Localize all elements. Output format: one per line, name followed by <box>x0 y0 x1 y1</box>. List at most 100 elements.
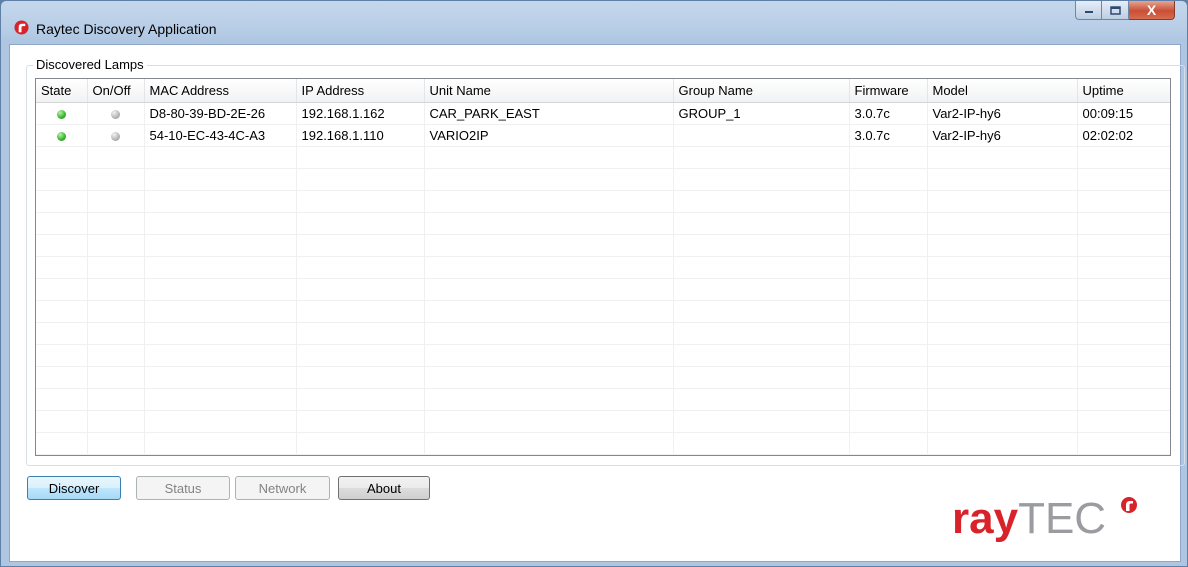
header-unit[interactable]: Unit Name <box>424 79 674 103</box>
firmware-cell: 3.0.7c <box>849 124 928 147</box>
discover-button[interactable]: Discover <box>27 476 121 500</box>
empty-cell <box>87 432 145 455</box>
empty-cell <box>1077 322 1170 345</box>
empty-cell <box>849 344 928 367</box>
empty-cell <box>849 278 928 301</box>
empty-row <box>36 366 1170 389</box>
empty-cell <box>296 300 425 323</box>
empty-cell <box>673 300 850 323</box>
raytec-app-icon <box>14 20 29 35</box>
logo-text-secondary: TEC <box>1018 494 1106 543</box>
empty-cell <box>144 300 297 323</box>
empty-cell <box>849 234 928 257</box>
empty-cell <box>673 212 850 235</box>
empty-cell <box>1077 388 1170 411</box>
unit-cell: VARIO2IP <box>424 124 674 147</box>
model-cell: Var2-IP-hy6 <box>927 124 1078 147</box>
empty-cell <box>424 278 674 301</box>
about-button[interactable]: About <box>338 476 430 500</box>
onoff-cell <box>87 102 145 125</box>
empty-cell <box>144 322 297 345</box>
group-cell: GROUP_1 <box>673 102 850 125</box>
empty-cell <box>424 432 674 455</box>
empty-cell <box>144 278 297 301</box>
empty-cell <box>673 322 850 345</box>
empty-cell <box>1077 366 1170 389</box>
empty-cell <box>849 168 928 191</box>
header-firmware[interactable]: Firmware <box>849 79 928 103</box>
empty-row <box>36 256 1170 279</box>
empty-row <box>36 344 1170 367</box>
maximize-button[interactable] <box>1102 1 1129 20</box>
empty-cell <box>296 454 425 455</box>
empty-cell <box>927 278 1078 301</box>
empty-cell <box>87 168 145 191</box>
empty-cell <box>673 454 850 455</box>
empty-cell <box>87 212 145 235</box>
title-bar[interactable]: Raytec Discovery Application X <box>1 1 1187 41</box>
empty-cell <box>673 278 850 301</box>
empty-cell <box>849 454 928 455</box>
empty-cell <box>424 190 674 213</box>
empty-cell <box>927 234 1078 257</box>
raytec-logo: rayTEC <box>952 494 1137 543</box>
status-button[interactable]: Status <box>136 476 230 500</box>
header-group[interactable]: Group Name <box>673 79 850 103</box>
empty-cell <box>144 388 297 411</box>
minimize-button[interactable] <box>1075 1 1102 20</box>
ip-cell: 192.168.1.162 <box>296 102 425 125</box>
state-indicator-icon <box>56 132 66 142</box>
header-state[interactable]: State <box>36 79 88 103</box>
header-uptime[interactable]: Uptime <box>1077 79 1170 103</box>
empty-cell <box>87 322 145 345</box>
empty-row <box>36 168 1170 191</box>
empty-cell <box>296 344 425 367</box>
network-button[interactable]: Network <box>235 476 330 500</box>
header-model[interactable]: Model <box>927 79 1078 103</box>
empty-cell <box>673 168 850 191</box>
lamps-grid[interactable]: State On/Off MAC Address IP Address Unit Nam… <box>35 78 1171 456</box>
empty-cell <box>1077 168 1170 191</box>
header-mac[interactable]: MAC Address <box>144 79 297 103</box>
logo-text-primary: ray <box>952 494 1019 543</box>
empty-cell <box>849 322 928 345</box>
empty-cell <box>424 234 674 257</box>
empty-cell <box>144 454 297 455</box>
empty-cell <box>849 432 928 455</box>
empty-cell <box>144 366 297 389</box>
empty-cell <box>36 322 88 345</box>
logo-mark-icon <box>1121 497 1137 513</box>
empty-cell <box>296 278 425 301</box>
empty-cell <box>424 410 674 433</box>
table-header-row: State On/Off MAC Address IP Address Unit Nam… <box>36 79 1170 103</box>
close-button[interactable]: X <box>1129 1 1175 20</box>
empty-cell <box>849 366 928 389</box>
minimize-icon <box>1084 11 1093 13</box>
empty-cell <box>849 146 928 169</box>
empty-cell <box>673 432 850 455</box>
table-row[interactable]: 54-10-EC-43-4C-A3 192.168.1.110 VARIO2IP 3.… <box>36 124 1170 147</box>
empty-cell <box>144 146 297 169</box>
empty-cell <box>424 454 674 455</box>
logo-text: rayTEC <box>952 494 1106 543</box>
empty-cell <box>673 190 850 213</box>
table-row[interactable]: D8-80-39-BD-2E-26 192.168.1.162 CAR_PARK_E… <box>36 102 1170 125</box>
empty-cell <box>1077 256 1170 279</box>
group-label: Discovered Lamps <box>33 57 147 72</box>
empty-cell <box>927 344 1078 367</box>
uptime-cell: 00:09:15 <box>1077 102 1170 125</box>
empty-cell <box>673 256 850 279</box>
empty-cell <box>144 256 297 279</box>
state-indicator-icon <box>56 110 66 120</box>
empty-cell <box>36 212 88 235</box>
empty-cell <box>36 454 88 455</box>
header-ip[interactable]: IP Address <box>296 79 425 103</box>
empty-cell <box>36 168 88 191</box>
unit-cell: CAR_PARK_EAST <box>424 102 674 125</box>
empty-cell <box>849 410 928 433</box>
empty-cell <box>36 146 88 169</box>
empty-cell <box>87 410 145 433</box>
empty-cell <box>36 432 88 455</box>
empty-cell <box>673 344 850 367</box>
header-onoff[interactable]: On/Off <box>87 79 145 103</box>
